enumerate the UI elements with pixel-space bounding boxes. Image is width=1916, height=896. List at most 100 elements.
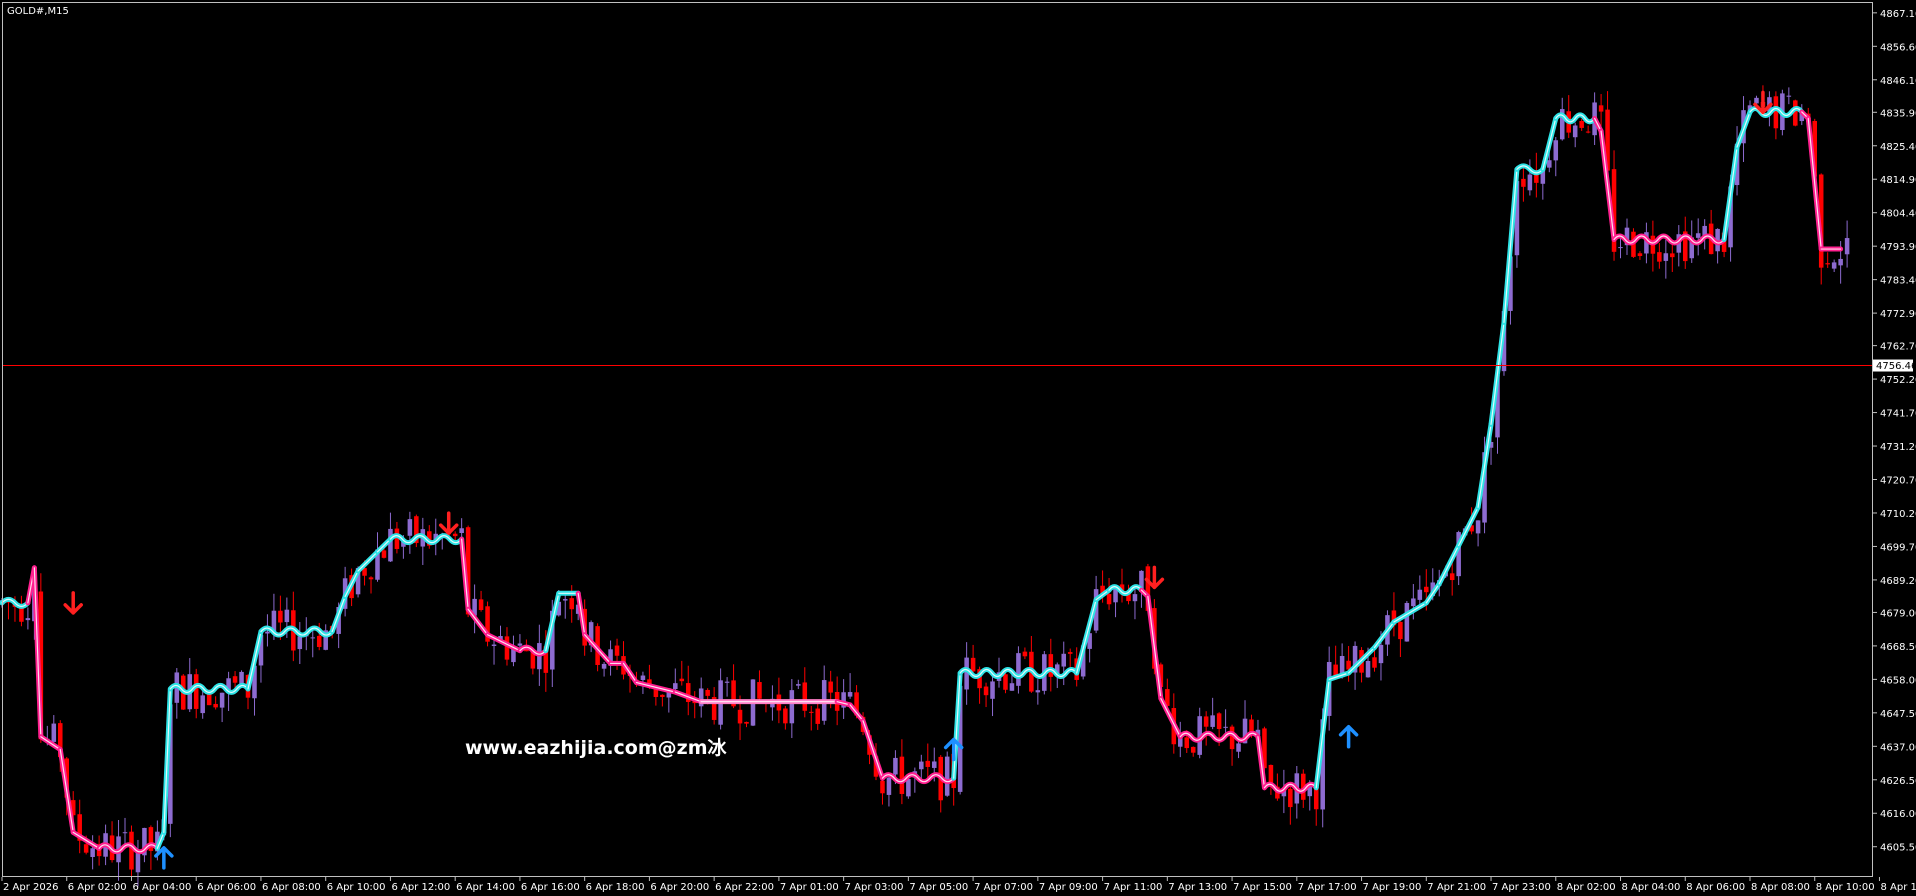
candle-body — [1618, 247, 1623, 249]
candle-body — [679, 678, 685, 682]
time-tick-label: 8 Apr 12:00 — [1880, 882, 1916, 893]
time-tick-label: 2 Apr 2026 — [3, 882, 58, 893]
candle-body — [265, 631, 270, 634]
candle-body — [847, 692, 853, 697]
candle-body — [284, 609, 290, 623]
current-price-value: 4756.46 — [1876, 361, 1916, 372]
candle-body — [1838, 258, 1843, 266]
candle-body — [1022, 651, 1028, 657]
time-tick-label: 8 Apr 08:00 — [1751, 882, 1810, 893]
candle-body — [660, 694, 665, 697]
candle-body — [278, 610, 283, 623]
candle-body — [1572, 125, 1578, 138]
price-tick-label: 4762.70 — [1880, 342, 1916, 353]
candle-body — [1404, 602, 1410, 642]
candle-body — [1527, 174, 1533, 191]
watermark: www.eazhijia.com@zm冰 — [465, 736, 728, 759]
candle-body — [316, 635, 322, 647]
price-tick-label: 4710.20 — [1880, 509, 1916, 520]
candle-body — [880, 780, 885, 794]
candle-body — [931, 761, 937, 768]
candle-body — [1825, 263, 1830, 265]
candle-body — [504, 636, 510, 660]
candle-body — [1786, 95, 1792, 97]
candle-body — [1831, 262, 1837, 269]
candle-body — [724, 681, 730, 683]
price-tick-label: 4835.90 — [1880, 108, 1916, 119]
candle-body — [1663, 253, 1669, 261]
candle-body — [1637, 253, 1643, 257]
candle-body — [1411, 598, 1416, 607]
candle-body — [310, 637, 316, 639]
price-tick-label: 4867.10 — [1880, 9, 1916, 20]
chart[interactable]: 4867.10 4856.60 4846.10 4835.90 4825.40 4814.… — [0, 0, 1916, 896]
candle-body — [193, 674, 199, 709]
candle-body — [368, 577, 374, 580]
candle-body — [815, 708, 820, 724]
time-tick-label: 6 Apr 12:00 — [391, 882, 450, 893]
candle-body — [1475, 520, 1481, 534]
candle-body — [1288, 788, 1293, 808]
time-tick-label: 6 Apr 06:00 — [197, 882, 256, 893]
candle-body — [1236, 743, 1241, 752]
candle-body — [1268, 764, 1274, 784]
candle-body — [478, 599, 484, 611]
candle-body — [562, 599, 568, 601]
candle-body — [828, 681, 833, 693]
price-tick-label: 4605.50 — [1880, 843, 1916, 854]
candle-body — [200, 695, 205, 714]
price-tick-label: 4731.20 — [1880, 442, 1916, 453]
candle-body — [122, 832, 128, 834]
price-tick-label: 4752.20 — [1880, 375, 1916, 386]
candle-body — [944, 756, 950, 796]
time-tick-label: 7 Apr 09:00 — [1039, 882, 1098, 893]
candle-body — [757, 682, 762, 699]
time-tick-label: 7 Apr 21:00 — [1427, 882, 1486, 893]
time-tick-label: 6 Apr 02:00 — [68, 882, 127, 893]
candle-body — [1067, 652, 1073, 654]
time-tick-label: 7 Apr 17:00 — [1298, 882, 1357, 893]
candle-body — [213, 703, 218, 708]
candle-body — [219, 692, 225, 708]
candle-body — [1754, 97, 1759, 104]
candle-body — [783, 708, 788, 724]
candle-body — [970, 657, 976, 672]
candle-body — [1553, 140, 1559, 161]
time-tick-label: 8 Apr 02:00 — [1557, 882, 1616, 893]
candle-body — [802, 682, 808, 711]
price-tick-label: 4856.60 — [1880, 42, 1916, 53]
price-tick-label: 4825.40 — [1880, 142, 1916, 153]
price-tick-label: 4637.00 — [1880, 742, 1916, 753]
price-tick-label: 4783.40 — [1880, 276, 1916, 287]
candle-body — [1695, 233, 1701, 238]
candle-body — [51, 723, 57, 742]
time-tick-label: 7 Apr 07:00 — [974, 882, 1033, 893]
candle-body — [808, 711, 814, 713]
candle-body — [906, 778, 911, 797]
price-tick-label: 4699.70 — [1880, 542, 1916, 553]
time-tick-label: 6 Apr 14:00 — [456, 882, 515, 893]
candle-body — [1184, 737, 1190, 749]
candle-body — [1035, 690, 1041, 693]
candle-body — [1048, 654, 1054, 677]
price-tick-label: 4647.50 — [1880, 709, 1916, 720]
candle-body — [983, 686, 989, 696]
candle-body — [569, 598, 574, 610]
candle-body — [25, 618, 31, 621]
candle-body — [1579, 120, 1584, 128]
candle-body — [886, 777, 892, 795]
candle-body — [1585, 131, 1591, 133]
time-tick-label: 6 Apr 18:00 — [586, 882, 645, 893]
candle-body — [135, 853, 141, 873]
time-tick-label: 8 Apr 04:00 — [1622, 882, 1681, 893]
candle-body — [1223, 726, 1228, 728]
time-tick-label: 7 Apr 11:00 — [1104, 882, 1163, 893]
time-tick-label: 7 Apr 19:00 — [1363, 882, 1422, 893]
time-tick-label: 7 Apr 03:00 — [845, 882, 904, 893]
candle-body — [388, 528, 393, 562]
candle-body — [1378, 644, 1384, 664]
current-price-label: 4756.46 — [1873, 359, 1916, 372]
candle-body — [459, 528, 464, 533]
candle-body — [673, 683, 678, 689]
candle-body — [1009, 683, 1015, 691]
